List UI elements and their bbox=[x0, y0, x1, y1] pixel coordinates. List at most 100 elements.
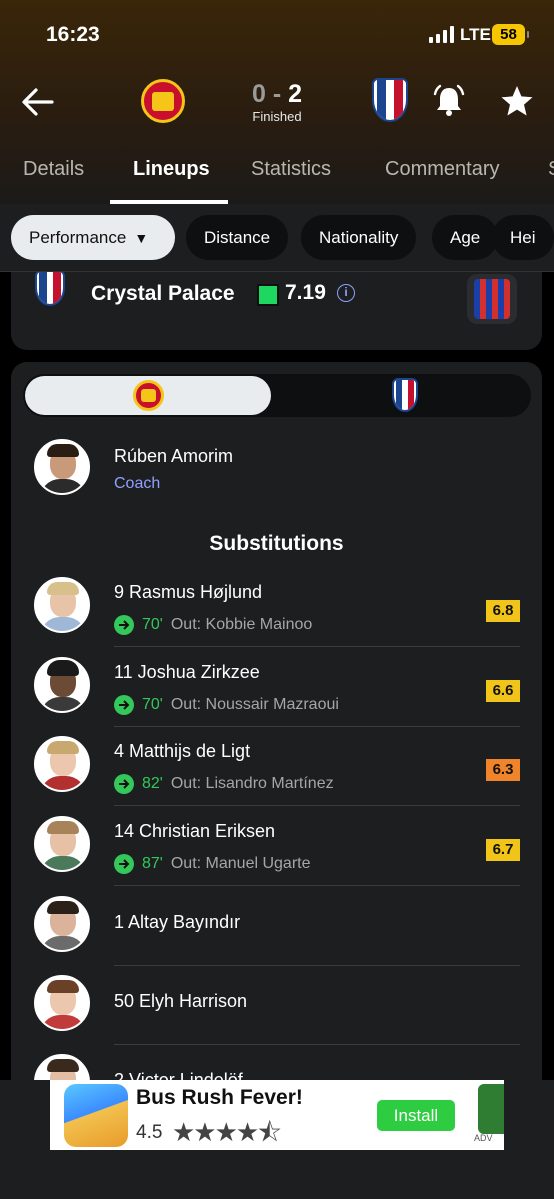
team-toggle bbox=[23, 374, 531, 417]
crystal-palace-crest-icon[interactable] bbox=[372, 78, 408, 122]
substitutions-title: Substitutions bbox=[209, 532, 344, 555]
player-name: 1 Altay Bayındır bbox=[114, 912, 241, 932]
sub-out-player: Out: Kobbie Mainoo bbox=[170, 616, 313, 633]
coach-name[interactable]: Rúben Amorim bbox=[114, 446, 233, 467]
signal-icon bbox=[429, 26, 454, 43]
rating-color-indicator bbox=[257, 284, 279, 306]
row-divider bbox=[114, 726, 520, 727]
tab-commentary[interactable]: Commentary bbox=[385, 158, 499, 181]
chip-nationality[interactable]: Nationality bbox=[301, 215, 417, 260]
player-row[interactable]: 1 Altay Bayındır bbox=[11, 896, 542, 976]
player-name: 2 Victor Lindelöf bbox=[114, 1070, 243, 1080]
player-avatar bbox=[34, 657, 90, 713]
team-toggle-home[interactable] bbox=[25, 376, 271, 415]
ad-side-image bbox=[478, 1084, 504, 1134]
player-row[interactable]: 2 Victor Lindelöf bbox=[11, 1054, 542, 1080]
tab-details[interactable]: Details bbox=[23, 158, 84, 181]
ad-title[interactable]: Bus Rush Fever! bbox=[136, 1086, 303, 1110]
tab-bar: Details Lineups Statistics Commentary S bbox=[0, 148, 554, 204]
match-score: 0 - 2 bbox=[236, 80, 318, 109]
substitution-info: 70' Out: Kobbie Mainoo bbox=[114, 615, 312, 635]
tab-overflow[interactable]: S bbox=[548, 158, 554, 181]
tab-statistics[interactable]: Statistics bbox=[251, 158, 331, 181]
score-home: 0 bbox=[251, 80, 266, 108]
match-status: Finished bbox=[252, 109, 302, 124]
lineup-content[interactable]: Crystal Palace 7.19 i Rúben Amorim Coach… bbox=[0, 272, 554, 1080]
score-away: 2 bbox=[288, 80, 303, 108]
sub-minute: 70' bbox=[142, 616, 163, 633]
filter-chip-bar: Performance ▼ Distance Nationality Age He… bbox=[0, 204, 554, 272]
game-app-icon[interactable] bbox=[64, 1084, 128, 1147]
ad-rating-stars: ★★★★⯪ bbox=[172, 1117, 282, 1147]
team-rating-card: Crystal Palace 7.19 i bbox=[11, 272, 542, 350]
favorite-star-icon[interactable] bbox=[499, 83, 535, 119]
player-rating-badge: 6.6 bbox=[486, 680, 520, 702]
row-divider bbox=[114, 885, 520, 886]
team-rating: 7.19 bbox=[285, 281, 326, 304]
sub-minute: 82' bbox=[142, 775, 163, 792]
sub-in-arrow-icon bbox=[114, 615, 134, 635]
player-name: 4 Matthijs de Ligt bbox=[114, 741, 251, 761]
install-button[interactable]: Install bbox=[377, 1100, 455, 1131]
performance-filter-dropdown[interactable]: Performance ▼ bbox=[11, 215, 175, 260]
ad-banner[interactable]: Bus Rush Fever! 4.5 ★★★★⯪ Install ADV bbox=[50, 1080, 504, 1150]
manchester-united-crest-icon[interactable] bbox=[141, 79, 185, 123]
row-divider bbox=[114, 646, 520, 647]
caret-down-icon: ▼ bbox=[134, 230, 149, 246]
manchester-united-crest-icon bbox=[133, 380, 164, 411]
notification-bell-icon[interactable] bbox=[430, 82, 468, 120]
player-rating-badge: 6.7 bbox=[486, 839, 520, 861]
sub-in-arrow-icon bbox=[114, 774, 134, 794]
row-divider bbox=[114, 965, 520, 966]
chip-height[interactable]: Hei bbox=[492, 215, 554, 260]
player-row[interactable]: 9 Rasmus Højlund 70' Out: Kobbie Mainoo … bbox=[11, 577, 542, 657]
sub-minute: 87' bbox=[142, 855, 163, 872]
tab-lineups[interactable]: Lineups bbox=[133, 158, 210, 181]
player-row[interactable]: 14 Christian Eriksen 87' Out: Manuel Uga… bbox=[11, 816, 542, 896]
ad-choices-badge[interactable]: ADV bbox=[474, 1133, 493, 1143]
player-row[interactable]: 50 Elyh Harrison bbox=[11, 975, 542, 1055]
match-header: 16:23 LTE 58 0 - 2 Finished Details Line… bbox=[0, 0, 554, 204]
row-divider bbox=[114, 1044, 520, 1045]
player-avatar bbox=[34, 577, 90, 633]
player-name: 11 Joshua Zirkzee bbox=[114, 662, 260, 682]
substitution-info: 87' Out: Manuel Ugarte bbox=[114, 854, 310, 874]
lineup-card: Rúben Amorim Coach Substitutions 9 Rasmu… bbox=[11, 362, 542, 1080]
player-avatar bbox=[34, 896, 90, 952]
chip-distance[interactable]: Distance bbox=[186, 215, 289, 260]
player-avatar bbox=[34, 1054, 90, 1080]
player-avatar bbox=[34, 736, 90, 792]
chip-age[interactable]: Age bbox=[432, 215, 499, 260]
substitution-info: 70' Out: Noussair Mazraoui bbox=[114, 695, 339, 715]
row-divider bbox=[114, 805, 520, 806]
team-name: Crystal Palace bbox=[91, 282, 235, 305]
player-row[interactable]: 11 Joshua Zirkzee 70' Out: Noussair Mazr… bbox=[11, 657, 542, 737]
sub-in-arrow-icon bbox=[114, 695, 134, 715]
sub-out-player: Out: Manuel Ugarte bbox=[170, 855, 311, 872]
team-toggle-away[interactable] bbox=[392, 378, 418, 412]
status-bar: 16:23 LTE 58 bbox=[0, 0, 554, 70]
player-name: 9 Rasmus Højlund bbox=[114, 582, 263, 602]
coach-avatar[interactable] bbox=[34, 439, 90, 495]
info-icon[interactable]: i bbox=[337, 284, 355, 302]
player-avatar bbox=[34, 816, 90, 872]
player-rating-badge: 6.3 bbox=[486, 759, 520, 781]
ad-rating: 4.5 bbox=[136, 1122, 163, 1143]
battery-icon: 58 bbox=[492, 24, 529, 45]
sub-out-player: Out: Lisandro Martínez bbox=[170, 775, 334, 792]
team-kit-icon bbox=[467, 274, 517, 324]
status-time: 16:23 bbox=[46, 23, 100, 46]
performance-filter-label: Performance bbox=[29, 228, 127, 247]
player-name: 14 Christian Eriksen bbox=[114, 821, 276, 841]
player-avatar bbox=[34, 975, 90, 1031]
player-rating-badge: 6.8 bbox=[486, 600, 520, 622]
ad-container: Bus Rush Fever! 4.5 ★★★★⯪ Install ADV bbox=[0, 1080, 554, 1199]
coach-role: Coach bbox=[114, 475, 161, 492]
sub-minute: 70' bbox=[142, 696, 163, 713]
network-label: LTE bbox=[460, 25, 491, 44]
player-row[interactable]: 4 Matthijs de Ligt 82' Out: Lisandro Mar… bbox=[11, 736, 542, 816]
score-separator: - bbox=[265, 80, 289, 108]
back-arrow-icon[interactable] bbox=[18, 82, 58, 122]
player-name: 50 Elyh Harrison bbox=[114, 991, 248, 1011]
substitution-info: 82' Out: Lisandro Martínez bbox=[114, 774, 334, 794]
